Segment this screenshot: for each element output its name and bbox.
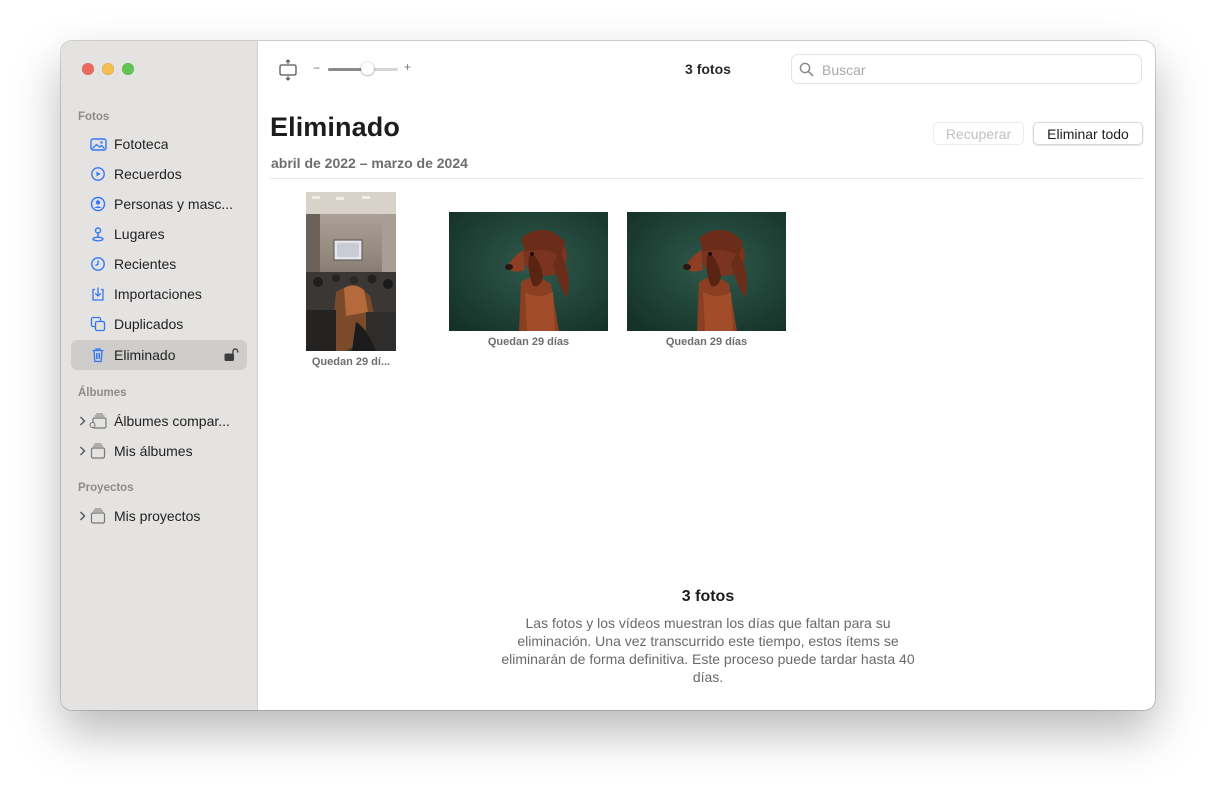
- zoom-window-button[interactable]: [122, 63, 134, 75]
- section-header-projects: Proyectos: [78, 482, 134, 494]
- section-header-photos: Fotos: [78, 111, 110, 123]
- window-controls: [82, 63, 134, 75]
- days-remaining-label: Quedan 29 días: [487, 336, 570, 348]
- projects-folder-icon: [89, 507, 107, 525]
- sidebar-item-eliminado[interactable]: Eliminado: [71, 340, 247, 370]
- info-title: 3 fotos: [681, 588, 735, 605]
- dog-photo: [627, 212, 786, 331]
- info-description: Las fotos y los vídeos muestran los días…: [501, 615, 915, 685]
- trash-icon: [89, 346, 107, 364]
- aspect-ratio-toggle-icon[interactable]: [278, 59, 298, 86]
- sidebar-item-label: Lugares: [114, 226, 165, 242]
- photo-library-icon: [89, 135, 107, 153]
- sidebar-item-label: Recuerdos: [114, 166, 182, 182]
- header-divider: [270, 178, 1143, 179]
- sidebar-item-label: Mis álbumes: [114, 443, 193, 459]
- zoom-slider-knob[interactable]: [361, 62, 374, 75]
- chevron-right-icon[interactable]: [76, 444, 88, 458]
- sidebar-item-recuerdos[interactable]: Recuerdos: [71, 159, 247, 189]
- photo-thumbnail[interactable]: Quedan 29 dí...: [306, 192, 398, 368]
- memories-icon: [89, 165, 107, 183]
- recover-button[interactable]: Recuperar: [933, 122, 1024, 145]
- sidebar-item-personas[interactable]: Personas y masc...: [71, 189, 247, 219]
- sidebar-item-duplicados[interactable]: Duplicados: [71, 309, 247, 339]
- days-remaining-label: Quedan 29 dí...: [311, 356, 391, 368]
- zoom-in-label: +: [404, 60, 412, 74]
- sidebar-item-my-projects[interactable]: Mis proyectos: [71, 501, 247, 531]
- sidebar-item-label: Álbumes compar...: [114, 413, 230, 429]
- unlock-icon[interactable]: [223, 347, 239, 365]
- sidebar-item-my-albums[interactable]: Mis álbumes: [71, 436, 247, 466]
- sidebar-item-importaciones[interactable]: Importaciones: [71, 279, 247, 309]
- photo-count-title: 3 fotos: [685, 61, 731, 77]
- delete-all-button[interactable]: Eliminar todo: [1033, 122, 1143, 145]
- sidebar-item-shared-albums[interactable]: Álbumes compar...: [71, 406, 247, 436]
- zoom-out-label: −: [313, 61, 321, 75]
- days-remaining-label: Quedan 29 días: [665, 336, 748, 348]
- chevron-right-icon[interactable]: [76, 509, 88, 523]
- chevron-right-icon[interactable]: [76, 414, 88, 428]
- search-field[interactable]: [791, 54, 1142, 84]
- sidebar-item-fototeca[interactable]: Fototeca: [71, 129, 247, 159]
- sidebar-item-label: Fototeca: [114, 136, 169, 152]
- sidebar-item-label: Importaciones: [114, 286, 202, 302]
- sidebar-item-label: Mis proyectos: [114, 508, 201, 524]
- page-title: Eliminado: [270, 112, 400, 142]
- places-icon: [89, 225, 107, 243]
- sidebar: Fotos Fototeca Recuerdos Personas y masc…: [61, 41, 258, 710]
- photo-thumbnail[interactable]: Quedan 29 días: [627, 212, 787, 352]
- sidebar-item-label: Recientes: [114, 256, 177, 272]
- people-icon: [89, 195, 107, 213]
- date-range: abril de 2022 – marzo de 2024: [271, 155, 468, 171]
- shared-albums-icon: [89, 412, 107, 430]
- sidebar-item-label: Eliminado: [114, 347, 176, 363]
- dog-photo: [449, 212, 608, 331]
- recents-icon: [89, 255, 107, 273]
- photos-window: Fotos Fototeca Recuerdos Personas y masc…: [61, 41, 1155, 710]
- search-icon: [799, 62, 814, 82]
- section-header-albums: Álbumes: [78, 387, 127, 399]
- duplicates-icon: [89, 315, 107, 333]
- sidebar-item-lugares[interactable]: Lugares: [71, 219, 247, 249]
- photo-thumbnail[interactable]: Quedan 29 días: [449, 212, 609, 352]
- sidebar-item-recientes[interactable]: Recientes: [71, 249, 247, 279]
- conference-room-photo: [306, 192, 396, 351]
- albums-folder-icon: [89, 442, 107, 460]
- close-window-button[interactable]: [82, 63, 94, 75]
- sidebar-item-label: Personas y masc...: [114, 196, 234, 212]
- minimize-window-button[interactable]: [102, 63, 114, 75]
- main-content: − + 3 fotos Eliminado abril de 2022 – ma…: [258, 41, 1155, 710]
- sidebar-item-label: Duplicados: [114, 316, 184, 332]
- search-input[interactable]: [820, 59, 1134, 81]
- imports-icon: [89, 285, 107, 303]
